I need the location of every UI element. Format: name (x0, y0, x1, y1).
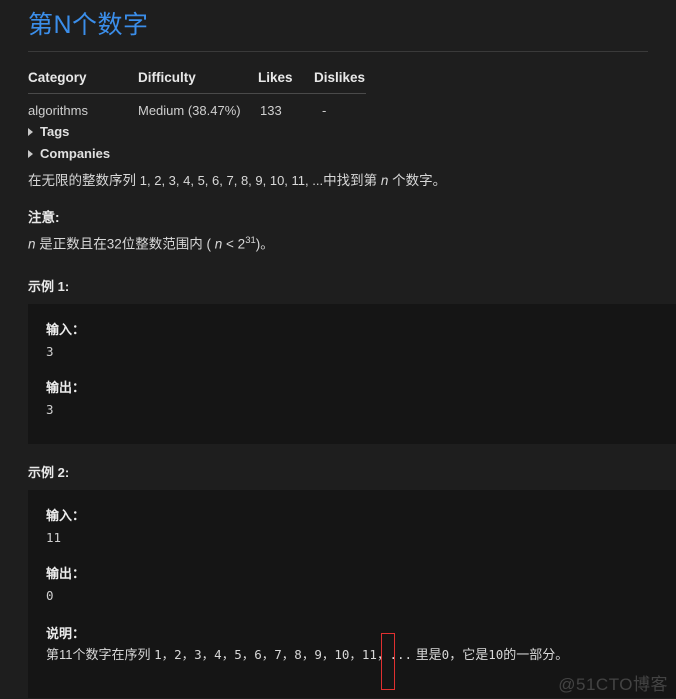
note-body: n 是正数且在32位整数范围内 ( n < 231)。 (28, 234, 648, 254)
description-prefix: 在无限的整数序列 (28, 173, 140, 188)
example-2-output-label: 输出： (46, 565, 86, 581)
description-suffix: 个数字。 (388, 173, 447, 188)
example-1-output-label: 输出： (46, 379, 86, 395)
explanation-prefix: 第11个数字在序列 (46, 647, 155, 663)
cell-category: algorithms (28, 103, 88, 118)
note-exponent: 31 (245, 235, 256, 247)
explanation-middle-2: ，它是 (449, 647, 489, 663)
explanation-middle: 里是 (412, 647, 442, 663)
problem-description: 在无限的整数序列 1, 2, 3, 4, 5, 6, 7, 8, 9, 10, … (28, 171, 648, 191)
page-title: 第N个数字 (28, 11, 149, 39)
codeblock-spacer (46, 548, 676, 565)
watermark: @51CTO博客 (558, 675, 668, 694)
example-1-input-label: 输入： (46, 321, 86, 337)
collapsible-tags[interactable]: Tags (28, 122, 676, 141)
note-variable-1: n (28, 236, 36, 252)
column-header-dislikes: Dislikes (314, 70, 366, 85)
example-1-label: 示例 1: (28, 278, 70, 294)
triangle-right-icon (28, 127, 33, 136)
cell-difficulty: Medium (38.47%) (138, 103, 241, 118)
note-heading: 注意: (28, 210, 60, 226)
table-header-row: Category Difficulty Likes Dislikes (28, 66, 366, 94)
example-2-explanation-body: 第11个数字在序列 1，2，3，4，5，6，7，8，9，10，11，... 里是… (46, 646, 676, 665)
example-2-input-value: 11 (46, 530, 62, 546)
problem-page: 第N个数字 Category Difficulty Likes Dislikes… (0, 0, 676, 699)
cell-dislikes: - (322, 103, 327, 118)
column-header-likes: Likes (258, 70, 293, 85)
example-2-input-label: 输入： (46, 507, 86, 523)
explanation-ten: 10 (488, 647, 504, 663)
codeblock-spacer (46, 362, 676, 379)
collapsible-tags-label: Tags (40, 124, 70, 139)
problem-meta-table: Category Difficulty Likes Dislikes algor… (28, 66, 366, 122)
explanation-suffix: 的一部分。 (503, 647, 569, 663)
description-middle: 中找到第 (323, 173, 381, 188)
example-1-codeblock: 输入： 3 输出： 3 (28, 303, 676, 444)
explanation-sequence: 1，2，3，4，5，6，7，8，9，10，11，... (154, 647, 413, 663)
example-1-input-value: 3 (46, 344, 54, 360)
collapsible-companies-label: Companies (40, 146, 111, 161)
note-text-2: )。 (255, 236, 274, 252)
note-text-1: 是正数且在32位整数范围内 ( (35, 236, 215, 252)
title-divider (28, 51, 648, 52)
table-row: algorithms Medium (38.47%) 133 - (28, 94, 366, 123)
example-2-label: 示例 2: (28, 464, 70, 480)
note-operator: < 2 (222, 236, 246, 252)
example-2-output-value: 0 (46, 588, 54, 604)
example-2-explanation-label: 说明： (46, 625, 86, 641)
example-1-output-value: 3 (46, 402, 54, 418)
codeblock-spacer (46, 606, 676, 623)
description-sequence: 1, 2, 3, 4, 5, 6, 7, 8, 9, 10, 11, ... (139, 173, 324, 188)
example-2-codeblock: 输入： 11 输出： 0 说明： 第11个数字在序列 1，2，3，4，5，6，7… (28, 489, 676, 698)
column-header-category: Category (28, 70, 87, 85)
triangle-right-icon (28, 149, 33, 158)
cell-likes: 133 (260, 103, 282, 118)
column-header-difficulty: Difficulty (138, 70, 196, 85)
collapsible-companies[interactable]: Companies (28, 144, 676, 163)
